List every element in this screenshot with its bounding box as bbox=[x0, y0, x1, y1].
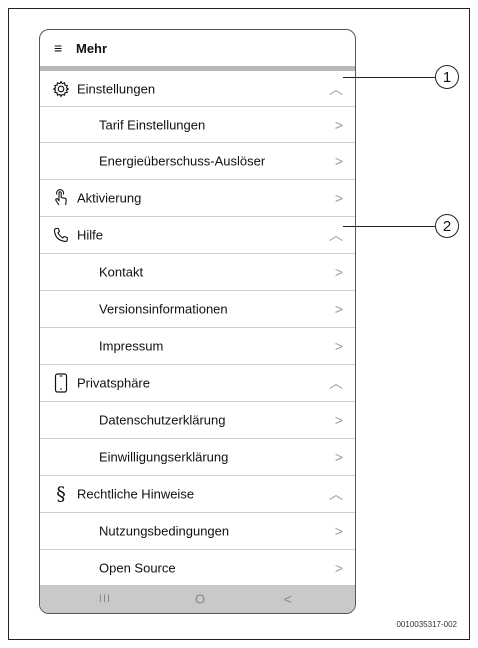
chevron-right-icon: > bbox=[334, 412, 343, 428]
back-icon[interactable]: < bbox=[284, 591, 292, 607]
chevron-right-icon: > bbox=[334, 301, 343, 317]
menu-item-nutzungsbedingungen[interactable]: Nutzungsbedingungen > bbox=[40, 513, 355, 550]
menu-item-label: Tarif Einstellungen bbox=[99, 117, 206, 132]
menu-item-datenschutzerklaerung[interactable]: Datenschutzerklärung > bbox=[40, 402, 355, 439]
reference-code: 0010035317-002 bbox=[396, 620, 457, 629]
system-navigation-bar: III O < bbox=[40, 585, 355, 613]
chevron-right-icon: > bbox=[334, 153, 343, 169]
chevron-right-icon: > bbox=[334, 116, 343, 133]
section-icon: § bbox=[56, 483, 66, 505]
menu-item-label: Einstellungen bbox=[77, 81, 156, 96]
chevron-up-icon: ︿ bbox=[329, 486, 343, 502]
menu-item-kontakt[interactable]: Kontakt > bbox=[40, 254, 355, 291]
smartphone-icon bbox=[52, 373, 70, 393]
menu-item-einwilligungserklaerung[interactable]: Einwilligungserklärung > bbox=[40, 439, 355, 476]
menu-item-aktivierung[interactable]: Aktivierung > bbox=[40, 180, 355, 217]
app-header: ≡ Mehr bbox=[40, 30, 355, 66]
menu-item-label: Open Source bbox=[99, 560, 176, 576]
chevron-up-icon: ︿ bbox=[329, 227, 343, 243]
menu-item-label: Aktivierung bbox=[77, 190, 142, 206]
menu-item-einstellungen[interactable]: Einstellungen ︿ bbox=[40, 71, 355, 107]
page-title: Mehr bbox=[76, 40, 108, 56]
menu-item-impressum[interactable]: Impressum > bbox=[40, 328, 355, 365]
callout-number-1: 1 bbox=[435, 65, 459, 89]
menu-item-energieueberschuss[interactable]: Energieüberschuss-Auslöser > bbox=[40, 143, 355, 180]
chevron-right-icon: > bbox=[334, 338, 343, 354]
figure-frame: ≡ Mehr Einstellungen ︿ Tarif Einstellung… bbox=[8, 8, 470, 640]
callout-line-1 bbox=[343, 77, 435, 78]
chevron-right-icon: > bbox=[334, 523, 343, 539]
menu-item-tarif-einstellungen[interactable]: Tarif Einstellungen > bbox=[40, 107, 355, 143]
menu-item-rechtliche-hinweise[interactable]: § Rechtliche Hinweise ︿ bbox=[40, 476, 355, 513]
home-icon[interactable]: O bbox=[195, 592, 205, 607]
chevron-right-icon: > bbox=[334, 264, 343, 280]
menu-item-label: Kontakt bbox=[99, 264, 144, 280]
menu-item-label: Hilfe bbox=[77, 227, 104, 243]
menu-item-hilfe[interactable]: Hilfe ︿ bbox=[40, 217, 355, 254]
callout-number-2: 2 bbox=[435, 214, 459, 238]
menu-item-label: Nutzungsbedingungen bbox=[99, 523, 230, 539]
menu-item-privatsphaere[interactable]: Privatsphäre ︿ bbox=[40, 365, 355, 402]
menu-item-label: Versionsinformationen bbox=[99, 301, 228, 317]
menu-item-label: Energieüberschuss-Auslöser bbox=[99, 153, 266, 169]
callout-line-2 bbox=[343, 226, 435, 227]
hamburger-menu-icon[interactable]: ≡ bbox=[54, 40, 76, 56]
menu-item-open-source[interactable]: Open Source > bbox=[40, 550, 355, 587]
gear-icon bbox=[52, 80, 70, 98]
menu-item-label: Datenschutzerklärung bbox=[99, 412, 226, 428]
recent-apps-icon[interactable]: III bbox=[99, 593, 111, 605]
chevron-up-icon: ︿ bbox=[329, 375, 343, 391]
chevron-up-icon: ︿ bbox=[329, 80, 343, 97]
menu-item-label: Impressum bbox=[99, 338, 164, 354]
chevron-right-icon: > bbox=[334, 449, 343, 465]
phone-icon bbox=[52, 226, 70, 244]
menu-item-label: Einwilligungserklärung bbox=[99, 449, 229, 465]
menu-item-label: Rechtliche Hinweise bbox=[77, 486, 195, 502]
touch-icon bbox=[52, 189, 70, 207]
chevron-right-icon: > bbox=[334, 560, 343, 576]
phone-screen: ≡ Mehr Einstellungen ︿ Tarif Einstellung… bbox=[39, 29, 356, 614]
menu-item-versionsinformationen[interactable]: Versionsinformationen > bbox=[40, 291, 355, 328]
chevron-right-icon: > bbox=[334, 190, 343, 206]
menu-item-label: Privatsphäre bbox=[77, 375, 150, 391]
